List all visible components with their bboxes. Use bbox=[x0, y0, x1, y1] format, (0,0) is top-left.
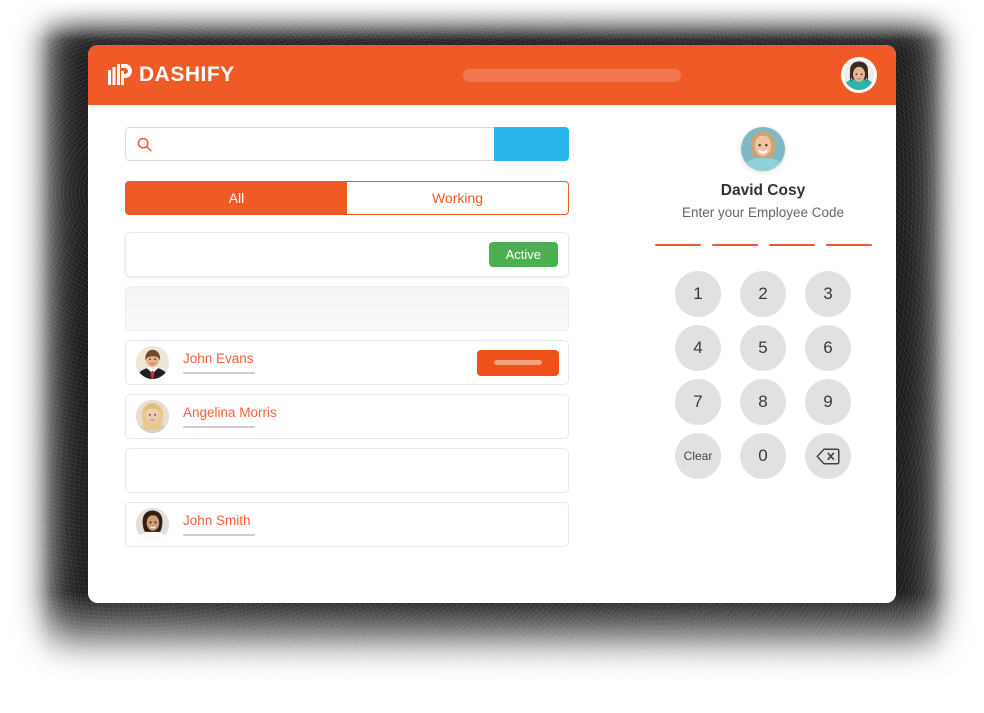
avatar bbox=[136, 400, 169, 433]
avatar bbox=[136, 346, 169, 379]
keypad-key-7[interactable]: 7 bbox=[670, 379, 726, 425]
keypad-key-4[interactable]: 4 bbox=[670, 325, 726, 371]
employee-subtitle-placeholder bbox=[183, 426, 255, 429]
keypad-key-0-label: 0 bbox=[740, 433, 786, 479]
backspace-icon bbox=[805, 433, 851, 479]
employee-code-hint: Enter your Employee Code bbox=[681, 205, 845, 220]
keypad-key-0[interactable]: 0 bbox=[735, 433, 791, 479]
app-header: DASHIFY bbox=[88, 45, 896, 105]
filter-tabs: All Working bbox=[125, 181, 569, 215]
list-item[interactable]: John Evans bbox=[125, 340, 569, 385]
keypad-key-3[interactable]: 3 bbox=[800, 271, 856, 317]
employee-subtitle-placeholder bbox=[183, 372, 255, 375]
keypad-key-5-label: 5 bbox=[740, 325, 786, 371]
pin-slot-2[interactable] bbox=[711, 244, 758, 246]
search-bar bbox=[125, 127, 569, 161]
employee-list-panel: All Working Active John Evans Angelina M… bbox=[125, 127, 569, 556]
avatar-image bbox=[844, 60, 874, 90]
keypad-key-9[interactable]: 9 bbox=[800, 379, 856, 425]
tab-all-label: All bbox=[228, 190, 245, 206]
app-window: DASHIFY All Working Active John Evans An… bbox=[88, 45, 896, 603]
pin-slots bbox=[654, 244, 872, 246]
list-item[interactable]: Angelina Morris bbox=[125, 394, 569, 439]
brand-logo[interactable]: DASHIFY bbox=[108, 63, 235, 87]
avatar bbox=[136, 508, 169, 541]
keypad-key-6-label: 6 bbox=[805, 325, 851, 371]
keypad-key-6[interactable]: 6 bbox=[800, 325, 856, 371]
header-placeholder-bar bbox=[463, 69, 681, 82]
keypad-key-backspace[interactable] bbox=[800, 433, 856, 479]
keypad-key-7-label: 7 bbox=[675, 379, 721, 425]
row-action-button[interactable] bbox=[477, 349, 559, 376]
search-input-wrap[interactable] bbox=[125, 127, 494, 161]
brand-name: DASHIFY bbox=[139, 63, 235, 86]
list-item-text: John Smith bbox=[183, 512, 255, 537]
employee-name-title: David Cosy bbox=[720, 182, 806, 199]
header-user-avatar[interactable] bbox=[841, 57, 877, 93]
keypad-key-2[interactable]: 2 bbox=[735, 271, 791, 317]
keypad-key-1-label: 1 bbox=[675, 271, 721, 317]
search-input[interactable] bbox=[152, 128, 494, 160]
keypad-key-9-label: 9 bbox=[805, 379, 851, 425]
list-item[interactable]: John Smith bbox=[125, 502, 569, 547]
keypad-key-8-label: 8 bbox=[740, 379, 786, 425]
employee-subtitle-placeholder bbox=[183, 534, 255, 537]
keypad-key-5[interactable]: 5 bbox=[735, 325, 791, 371]
list-item-text: Angelina Morris bbox=[183, 404, 277, 429]
keypad-key-2-label: 2 bbox=[740, 271, 786, 317]
dashify-bars-d-logo-icon bbox=[108, 64, 132, 86]
pin-slot-4[interactable] bbox=[825, 244, 872, 246]
employee-name: John Smith bbox=[183, 512, 251, 528]
search-icon bbox=[137, 137, 152, 152]
keypad-key-3-label: 3 bbox=[805, 271, 851, 317]
employee-list: Active John Evans Angelina Morris John S… bbox=[125, 232, 569, 547]
keypad-key-1[interactable]: 1 bbox=[670, 271, 726, 317]
tab-all[interactable]: All bbox=[126, 182, 347, 214]
employee-code-panel: David Cosy Enter your Employee Code 1 2 bbox=[648, 127, 878, 479]
tab-working[interactable]: Working bbox=[347, 182, 568, 214]
screen: DASHIFY All Working Active John Evans An… bbox=[0, 0, 984, 713]
list-item-empty bbox=[125, 448, 569, 493]
keypad-key-clear-label: Clear bbox=[675, 433, 721, 479]
row-action-label-placeholder bbox=[494, 360, 542, 365]
list-item[interactable]: Active bbox=[125, 232, 569, 277]
avatar bbox=[741, 127, 785, 171]
search-submit-button[interactable] bbox=[494, 127, 569, 161]
keypad-key-8[interactable]: 8 bbox=[735, 379, 791, 425]
status-badge: Active bbox=[488, 242, 558, 267]
list-item-placeholder bbox=[125, 286, 569, 331]
pin-slot-1[interactable] bbox=[654, 244, 701, 246]
employee-name: Angelina Morris bbox=[183, 404, 277, 420]
numeric-keypad: 1 2 3 4 5 6 7 8 9 Clear 0 bbox=[670, 271, 856, 479]
keypad-key-4-label: 4 bbox=[675, 325, 721, 371]
app-body: All Working Active John Evans Angelina M… bbox=[88, 105, 896, 603]
list-item-text: John Evans bbox=[183, 350, 255, 375]
pin-slot-3[interactable] bbox=[768, 244, 815, 246]
keypad-key-clear[interactable]: Clear bbox=[670, 433, 726, 479]
employee-name: John Evans bbox=[183, 350, 254, 366]
tab-working-label: Working bbox=[431, 190, 484, 206]
